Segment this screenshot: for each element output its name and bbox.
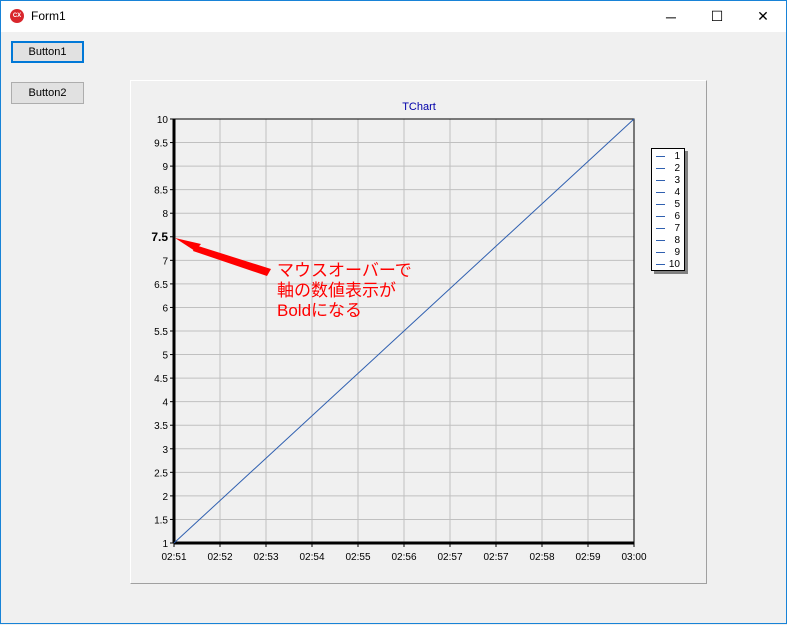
y-tick-label: 3.5 (154, 421, 168, 432)
annotation-text: マウスオーバーで 軸の数値表示が Boldになる (277, 261, 412, 321)
x-tick-label: 02:55 (345, 552, 370, 563)
y-tick-label: 10 (157, 115, 169, 126)
legend-label: 3 (674, 174, 680, 186)
legend-item[interactable]: 2 (652, 162, 684, 174)
legend-label: 6 (674, 210, 680, 222)
x-tick-label: 02:52 (207, 552, 232, 563)
legend-line-icon (656, 215, 665, 217)
legend-label: 10 (668, 258, 680, 270)
x-tick-label: 03:00 (621, 552, 646, 563)
y-tick-label: 5 (162, 351, 168, 362)
legend-item[interactable]: 7 (652, 222, 684, 234)
y-tick-label: 4 (162, 398, 168, 409)
x-tick-label: 02:59 (575, 552, 600, 563)
legend-line-icon (656, 227, 665, 229)
legend-item[interactable]: 5 (652, 198, 684, 210)
legend-item[interactable]: 9 (652, 246, 684, 258)
legend-item[interactable]: 1 (652, 150, 684, 162)
legend-item[interactable]: 3 (652, 174, 684, 186)
legend-item[interactable]: 10 (652, 258, 684, 270)
annotation-line: マウスオーバーで (277, 261, 412, 280)
legend-label: 5 (674, 198, 680, 210)
annotation-line: 軸の数値表示が (277, 281, 396, 300)
y-tick-label: 3 (162, 445, 168, 456)
x-tick-label: 02:57 (483, 552, 508, 563)
y-tick-label: 8.5 (154, 186, 168, 197)
legend-item[interactable]: 8 (652, 234, 684, 246)
legend-label: 4 (674, 186, 680, 198)
y-tick-label: 9.5 (154, 139, 168, 150)
legend-item[interactable]: 4 (652, 186, 684, 198)
legend-line-icon (656, 179, 665, 181)
y-tick-label: 5.5 (154, 327, 168, 338)
legend-label: 9 (674, 246, 680, 258)
legend-label: 2 (674, 162, 680, 174)
legend-item[interactable]: 6 (652, 210, 684, 222)
y-tick-label: 7.5 (151, 230, 168, 244)
y-tick-label: 1.5 (154, 515, 168, 526)
legend-label: 1 (674, 150, 680, 162)
y-tick-label: 9 (162, 162, 168, 173)
x-tick-label: 02:57 (437, 552, 462, 563)
y-tick-label: 4.5 (154, 374, 168, 385)
y-tick-label: 6 (162, 303, 168, 314)
chart-title: TChart (402, 101, 436, 113)
legend-label: 7 (674, 222, 680, 234)
legend-line-icon (656, 167, 665, 169)
annotation-line: Boldになる (277, 301, 363, 320)
chart-legend[interactable]: 1 2 3 4 5 6 7 8 9 10 (651, 148, 685, 271)
x-tick-label: 02:53 (253, 552, 278, 563)
legend-line-icon (656, 251, 665, 253)
y-tick-label: 6.5 (154, 280, 168, 291)
legend-label: 8 (674, 234, 680, 246)
legend-line-icon (656, 203, 665, 205)
x-tick-label: 02:56 (391, 552, 416, 563)
legend-line-icon (656, 191, 665, 193)
y-tick-label: 8 (162, 209, 168, 220)
y-tick-label: 1 (162, 539, 168, 550)
legend-line-icon (656, 263, 665, 265)
legend-line-icon (656, 155, 665, 157)
legend-line-icon (656, 239, 665, 241)
y-tick-label: 2.5 (154, 468, 168, 479)
y-tick-label: 7 (162, 256, 168, 267)
x-tick-label: 02:58 (529, 552, 554, 563)
x-tick-label: 02:54 (299, 552, 324, 563)
x-tick-label: 02:51 (161, 552, 186, 563)
y-tick-label: 2 (162, 492, 168, 503)
